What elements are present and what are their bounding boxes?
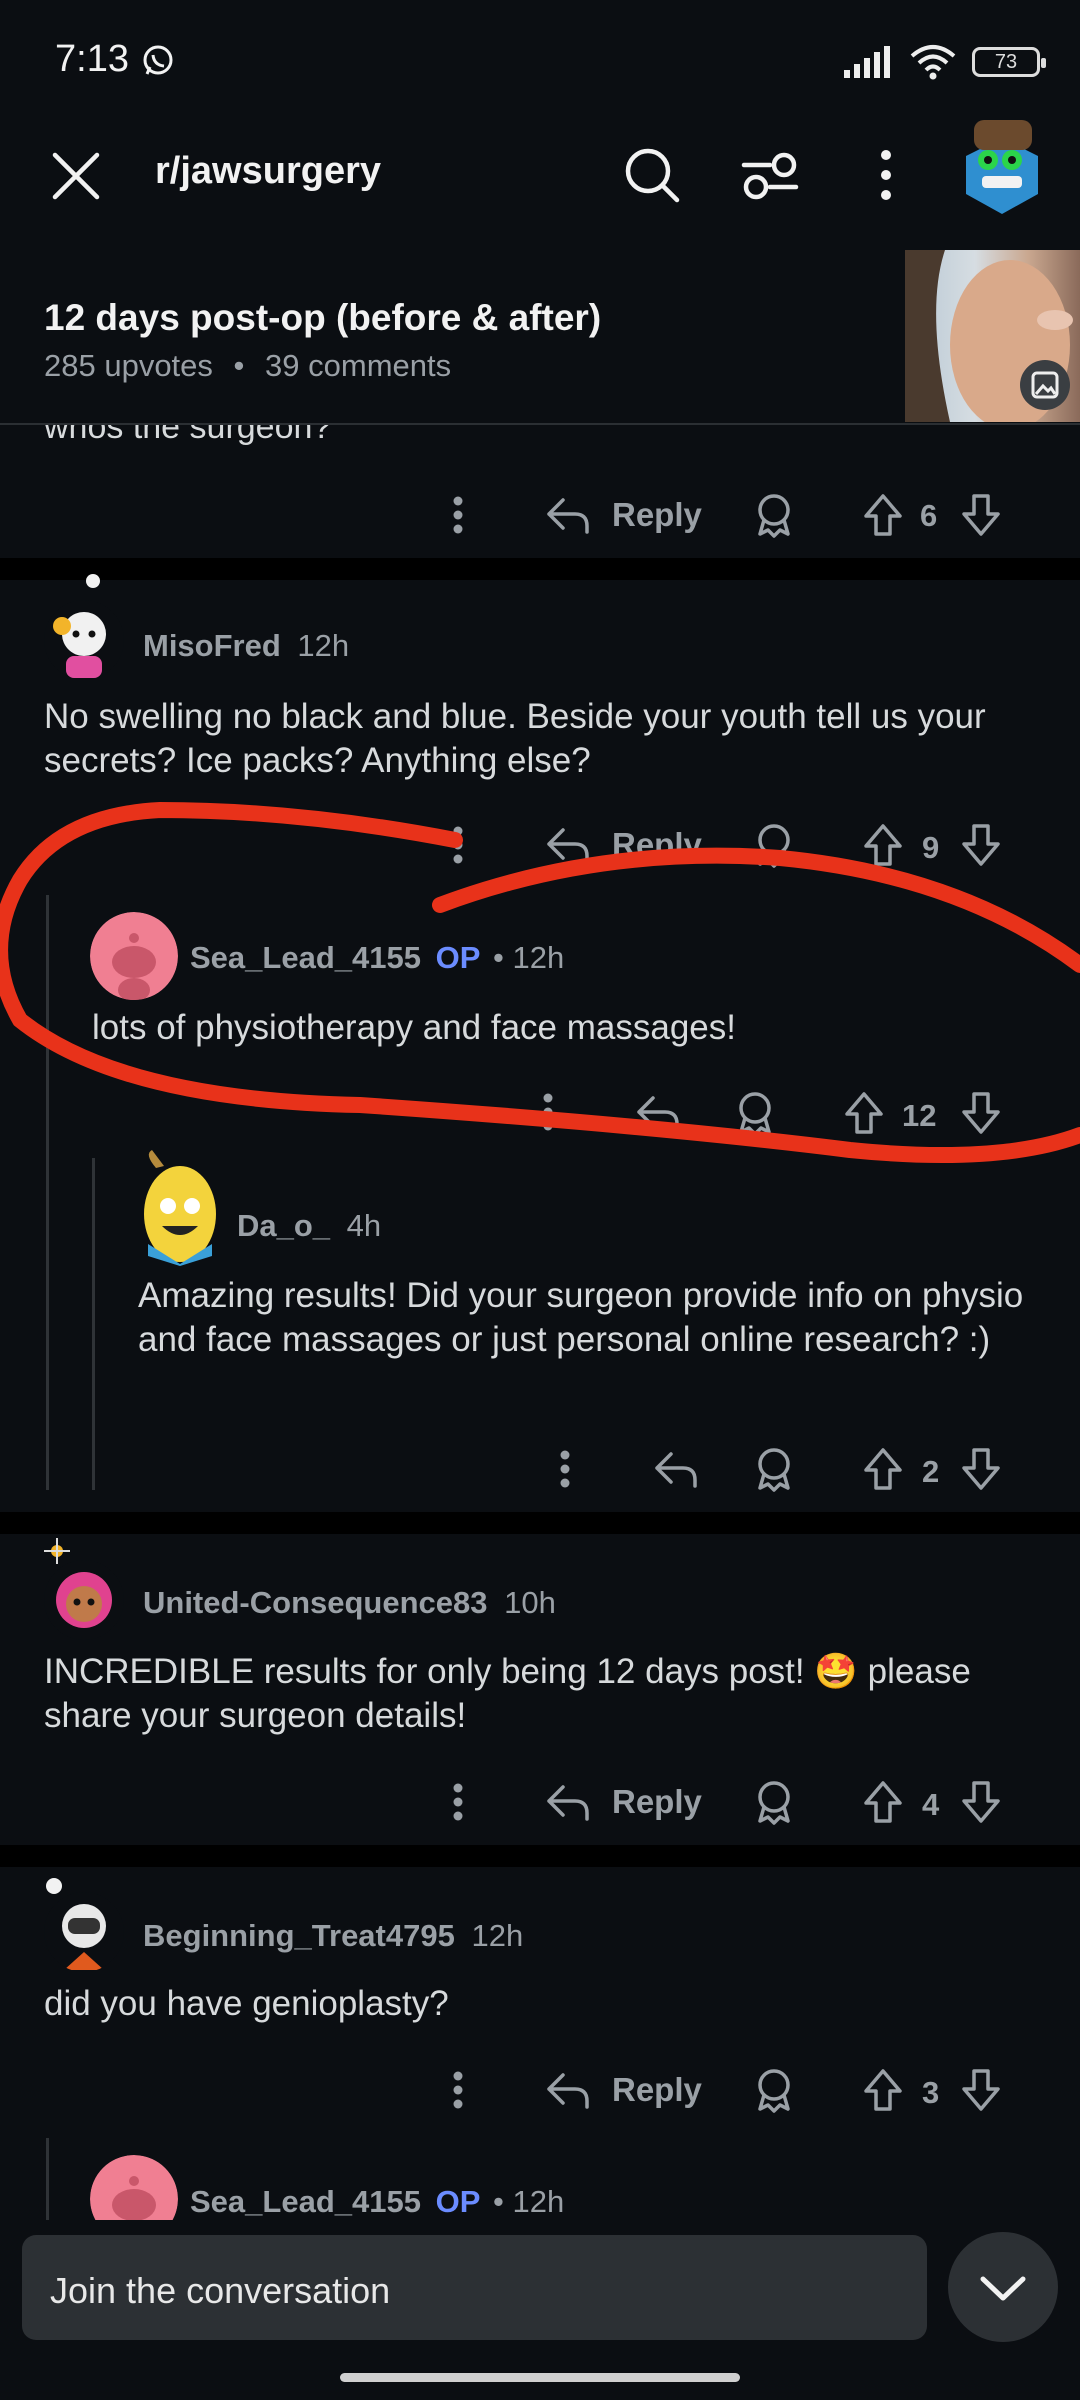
more-options-icon[interactable] — [870, 145, 902, 205]
gallery-icon — [1020, 360, 1070, 410]
comment-meta: Da_o_ 4h — [237, 1208, 381, 1244]
battery-level: 73 — [994, 50, 1018, 73]
clock: 7:13 — [55, 38, 129, 80]
downvote-icon[interactable] — [960, 2067, 1002, 2113]
vote-count: 3 — [922, 2075, 940, 2110]
downvote-icon[interactable] — [960, 1446, 1002, 1492]
timestamp: 12h — [297, 628, 350, 663]
username[interactable]: MisoFred — [143, 628, 281, 663]
online-dot — [86, 574, 100, 588]
vote-count: 6 — [920, 498, 938, 533]
comment-body: INCREDIBLE results for only being 12 day… — [44, 1652, 971, 1735]
upvote-icon[interactable] — [862, 2067, 904, 2113]
home-indicator[interactable] — [340, 2373, 740, 2382]
upvote-icon[interactable] — [862, 1779, 904, 1825]
comment-meta: United-Consequence83 10h — [143, 1585, 556, 1621]
reply-icon[interactable] — [545, 492, 591, 536]
upvote-count: 285 upvotes — [44, 348, 213, 383]
comment-meta: Sea_Lead_4155 OP • 12h — [190, 2184, 564, 2220]
reply-icon[interactable] — [653, 1446, 699, 1490]
timestamp: 10h — [504, 1585, 556, 1620]
wifi-icon — [910, 44, 956, 80]
subreddit-title[interactable]: r/jawsurgery — [155, 150, 381, 193]
reply-icon[interactable] — [545, 1779, 591, 1823]
comment-divider — [0, 558, 1080, 580]
status-icons: 73 — [842, 44, 1046, 80]
username[interactable]: Da_o_ — [237, 1208, 330, 1243]
reply-button[interactable]: Reply — [612, 496, 702, 534]
downvote-icon[interactable] — [960, 492, 1002, 538]
battery-icon: 73 — [972, 47, 1046, 77]
sort-filter-icon[interactable] — [740, 145, 800, 205]
avatar[interactable] — [44, 1892, 124, 1972]
award-icon[interactable] — [752, 1779, 796, 1825]
thread-line[interactable] — [92, 1158, 95, 1490]
close-icon[interactable] — [45, 145, 107, 207]
join-conversation-placeholder: Join the conversation — [50, 2270, 391, 2311]
vote-count: 2 — [922, 1454, 940, 1489]
avatar[interactable] — [44, 1560, 124, 1640]
upvote-icon[interactable] — [862, 1446, 904, 1492]
timestamp: 12h — [512, 2184, 565, 2219]
signal-icon — [842, 46, 894, 78]
username[interactable]: United-Consequence83 — [143, 1585, 488, 1620]
meta-separator: • — [493, 2184, 504, 2219]
thread-line[interactable] — [46, 2138, 49, 2228]
reply-button[interactable]: Reply — [612, 2071, 702, 2109]
meta-separator: • — [233, 348, 245, 383]
comment-divider — [0, 1512, 1080, 1534]
comment-body: Amazing results! Did your surgeon provid… — [138, 1276, 1024, 1359]
upvote-icon[interactable] — [862, 492, 904, 538]
search-icon[interactable] — [622, 145, 682, 205]
status-time: 7:13 — [55, 38, 176, 81]
award-icon[interactable] — [752, 492, 796, 538]
more-icon[interactable] — [550, 1447, 580, 1491]
comment-meta: Beginning_Treat4795 12h — [143, 1918, 523, 1954]
avatar[interactable] — [44, 600, 124, 680]
whatsapp-icon — [140, 43, 176, 79]
comment-divider — [0, 1845, 1080, 1867]
user-avatar[interactable] — [960, 110, 1045, 215]
downvote-icon[interactable] — [960, 1779, 1002, 1825]
award-icon[interactable] — [752, 2067, 796, 2113]
post-meta: 285 upvotes • 39 comments — [44, 348, 451, 384]
annotation-scribble — [0, 801, 1080, 1163]
comment-body: did you have genioplasty? — [44, 1984, 449, 2023]
post-title[interactable]: 12 days post-op (before & after) — [44, 297, 601, 339]
sparkle-icon — [44, 1538, 70, 1564]
online-dot — [46, 1878, 62, 1894]
comment-count: 39 comments — [265, 348, 452, 383]
timestamp: 12h — [471, 1918, 524, 1953]
collapse-button[interactable] — [948, 2232, 1058, 2342]
more-icon[interactable] — [443, 493, 473, 537]
reply-icon[interactable] — [545, 2067, 591, 2111]
award-icon[interactable] — [752, 1446, 796, 1492]
reply-button[interactable]: Reply — [612, 1783, 702, 1821]
comment-body: No swelling no black and blue. Beside yo… — [44, 697, 986, 780]
op-badge: OP — [435, 2184, 481, 2219]
comment-meta: MisoFred 12h — [143, 628, 349, 664]
chevron-down-icon — [980, 2276, 1026, 2301]
vote-count: 4 — [922, 1787, 940, 1822]
more-icon[interactable] — [443, 1780, 473, 1824]
username[interactable]: Sea_Lead_4155 — [190, 2184, 421, 2219]
timestamp: 4h — [346, 1208, 382, 1243]
username[interactable]: Beginning_Treat4795 — [143, 1918, 455, 1953]
more-icon[interactable] — [443, 2068, 473, 2112]
